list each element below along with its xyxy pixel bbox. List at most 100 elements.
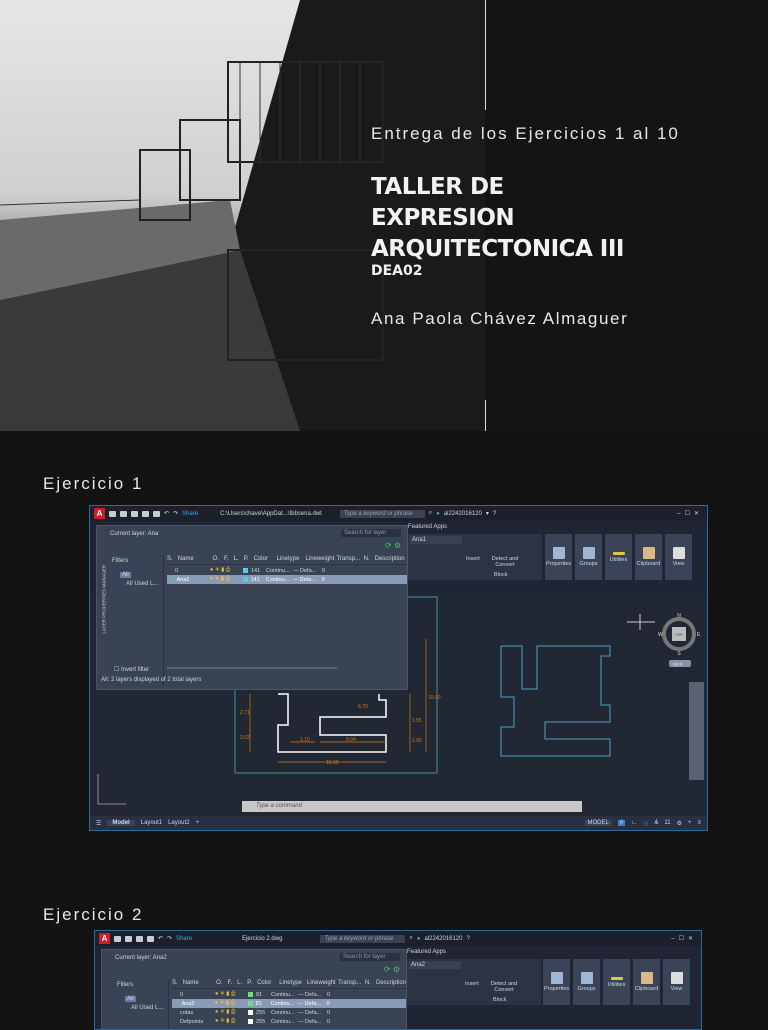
featured-apps-tab[interactable]: Featured Apps [408, 524, 447, 530]
column-header[interactable]: Name [178, 556, 208, 564]
layer-state-icons[interactable]: ● ☀ ▮ ⎙ [210, 576, 240, 583]
menu-icon[interactable]: ☰ [96, 820, 101, 827]
tree-item-all[interactable]: All [120, 572, 131, 578]
column-header[interactable]: Lineweight [306, 556, 335, 564]
layer-state-icons[interactable]: ● ☀ ▮ ⎙ [210, 567, 240, 574]
search-layer-input[interactable]: Search for layer [341, 529, 401, 537]
share-button[interactable]: Share [182, 511, 198, 517]
refresh-icon[interactable]: ⟳ ⚙ [385, 541, 401, 550]
help-icon[interactable]: ? [466, 936, 469, 942]
layer-transparency[interactable]: 0 [322, 577, 325, 583]
tree-item-all-used[interactable]: All Used L... [131, 1005, 163, 1011]
column-header[interactable]: S. [172, 980, 178, 988]
column-header[interactable]: L. [234, 556, 239, 564]
redo-icon[interactable]: ↷ [167, 935, 172, 942]
save-as-icon[interactable] [142, 510, 149, 517]
plot-icon[interactable] [147, 935, 154, 942]
navigation-bar[interactable] [689, 682, 704, 780]
column-header[interactable]: P. [244, 556, 249, 564]
customize-icon[interactable]: ≡ [697, 820, 707, 826]
view-button[interactable]: View [665, 534, 692, 580]
settings-icon[interactable]: ⚙ [677, 820, 682, 827]
help-icon[interactable]: ? [493, 511, 496, 517]
search-layer-input[interactable]: Search for layer [340, 953, 400, 961]
layer-linetype[interactable]: Continu... [271, 1010, 295, 1016]
column-header[interactable]: S. [167, 556, 173, 564]
column-header[interactable]: Color [257, 980, 274, 988]
undo-icon[interactable]: ↶ [158, 935, 163, 942]
column-header[interactable]: Transp... [337, 556, 360, 564]
layer-transparency[interactable]: 0 [327, 1010, 330, 1016]
plus-icon[interactable]: + [688, 820, 692, 826]
viewcube-w[interactable]: W [658, 632, 663, 638]
invert-filter-checkbox[interactable]: ☐ Invert filter [114, 666, 149, 673]
new-icon[interactable] [109, 510, 116, 517]
cart-icon[interactable]: ▾ [486, 510, 489, 517]
clipboard-button[interactable]: Clipboard [633, 959, 660, 1005]
search-icon[interactable]: ⌕ [429, 510, 432, 517]
groups-button[interactable]: Groups [573, 959, 600, 1005]
column-header[interactable]: Name [183, 980, 211, 988]
autocad-logo[interactable]: A [94, 508, 105, 519]
column-header[interactable]: N. [365, 980, 371, 988]
layer-state-icons[interactable]: ● ☀ ▮ ⎙ [215, 1000, 245, 1007]
layer-row[interactable]: 0 ● ☀ ▮ ⎙ 81 Continu... — Defa... 0 [172, 990, 406, 999]
utilities-button[interactable]: Utilities [605, 534, 632, 580]
layer-linetype[interactable]: Continu... [271, 992, 295, 998]
minimize-button[interactable]: – [671, 936, 674, 942]
color-swatch[interactable] [248, 1019, 253, 1024]
detect-convert-button[interactable]: Detect and Convert [489, 981, 519, 993]
plot-icon[interactable] [153, 510, 160, 517]
layer-row[interactable]: Defpoints ● ☀ ▮ ⎙ 255 Continu... — Defa.… [172, 1017, 406, 1026]
add-layout-button[interactable]: + [195, 820, 199, 826]
layer-row[interactable]: 0 ● ☀ ▮ ⎙ 141 Continu... — Defa... 0 [167, 566, 407, 575]
model-space-button[interactable]: MODEL [584, 820, 612, 826]
column-header[interactable]: O. [216, 980, 222, 988]
layer-combo[interactable]: Ana2 [409, 961, 465, 969]
close-button[interactable]: ✕ [694, 510, 707, 517]
layer-transparency[interactable]: 0 [327, 1001, 330, 1007]
search-input[interactable]: Type a keyword or phrase [339, 509, 425, 518]
column-header[interactable]: Linetype [277, 556, 301, 564]
color-swatch[interactable] [247, 1001, 253, 1006]
save-icon[interactable] [131, 510, 138, 517]
column-header[interactable]: L. [237, 980, 242, 988]
column-header[interactable]: Transp... [338, 980, 361, 988]
layer-lineweight[interactable]: Defa... [305, 992, 321, 998]
tab-layout2[interactable]: Layout2 [168, 820, 189, 826]
column-header[interactable]: Linetype [279, 980, 302, 988]
user-icon[interactable]: ● [417, 936, 421, 942]
layer-lineweight[interactable]: Defa... [300, 577, 316, 583]
search-icon[interactable]: ⌕ [409, 935, 412, 942]
layer-state-icons[interactable]: ● ☀ ▮ ⎙ [215, 1009, 245, 1016]
column-header[interactable]: Lineweight [307, 980, 336, 988]
layer-row-selected[interactable]: ✔ Ana2 ● ☀ ▮ ⎙ 81 Continu... — Defa... 0 [172, 999, 406, 1008]
layer-lineweight[interactable]: Defa... [305, 1010, 321, 1016]
maximize-button[interactable]: ☐ [679, 935, 684, 942]
column-header[interactable]: O. [213, 556, 219, 564]
color-swatch[interactable] [243, 568, 248, 573]
scale-value[interactable]: 11 [664, 820, 670, 826]
properties-button[interactable]: Properties [543, 959, 570, 1005]
tree-item-all-used[interactable]: All Used L... [126, 581, 158, 587]
column-header[interactable]: P. [247, 980, 252, 988]
layer-row[interactable]: cotas ● ☀ ▮ ⎙ 255 Continu... — Defa... 0 [172, 1008, 406, 1017]
user-icon[interactable]: ● [436, 511, 440, 517]
undo-icon[interactable]: ↶ [164, 510, 169, 517]
grid-toggle[interactable]: # [617, 820, 626, 826]
minimize-button[interactable]: – [677, 511, 680, 517]
detect-convert-button[interactable]: Detect and Convert [490, 556, 520, 568]
open-icon[interactable] [125, 935, 132, 942]
layer-linetype[interactable]: Continu... [266, 568, 290, 574]
column-header[interactable]: F. [228, 980, 233, 988]
polar-icon[interactable]: ◎ [643, 820, 648, 827]
color-swatch[interactable] [248, 1010, 253, 1015]
user-name[interactable]: al2242016120 [444, 511, 482, 517]
tab-layout1[interactable]: Layout1 [141, 820, 162, 826]
insert-button[interactable]: Insert [466, 556, 480, 562]
maximize-button[interactable]: ☐ [685, 510, 690, 517]
ortho-icon[interactable]: ∟ [631, 820, 637, 826]
autocad-logo[interactable]: A [99, 933, 110, 944]
viewcube-n[interactable]: N [677, 613, 681, 619]
tree-item-all[interactable]: All [125, 996, 136, 1002]
